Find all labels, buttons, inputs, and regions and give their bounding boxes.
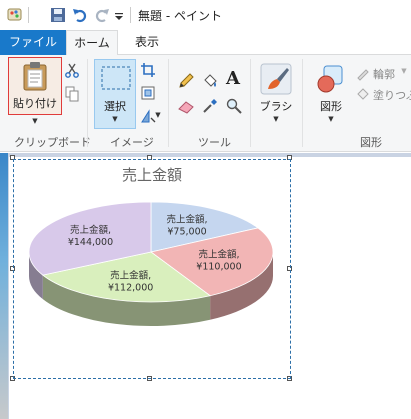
brush-label: ブラシ xyxy=(259,100,293,113)
pie-data-label-0: 売上金額, ¥75,000 xyxy=(167,213,208,237)
group-divider xyxy=(302,59,303,147)
shapes-dropdown-icon[interactable]: ▼ xyxy=(313,115,349,123)
group-divider xyxy=(250,59,251,147)
paste-label: 貼り付け xyxy=(13,97,57,110)
eraser-icon[interactable] xyxy=(178,98,194,114)
desktop-edge xyxy=(0,153,8,419)
select-button[interactable]: 選択 ▼ xyxy=(94,59,136,129)
outline-label[interactable]: 輪郭 xyxy=(373,66,395,82)
shapes-button[interactable]: 図形 ▼ xyxy=(313,59,349,129)
tools-group-label: ツール xyxy=(198,136,231,149)
copy-icon[interactable] xyxy=(64,86,80,102)
image-group-label: イメージ xyxy=(110,136,154,149)
pencil-icon[interactable] xyxy=(178,73,194,89)
tab-file[interactable]: ファイル xyxy=(0,30,66,55)
pie-data-label-2: 売上金額, ¥112,000 xyxy=(108,270,153,294)
cut-icon[interactable] xyxy=(64,62,80,78)
select-dropdown-icon[interactable]: ▼ xyxy=(95,115,135,123)
clipboard-group-label: クリップボード xyxy=(14,136,91,149)
save-icon[interactable] xyxy=(50,6,66,24)
text-tool-icon[interactable]: A xyxy=(226,68,240,89)
ribbon: 貼り付け ▼ クリップボード 選択 ▼ ▼ イメージ A ツール ブラシ ▼ 図… xyxy=(0,55,411,152)
select-label: 選択 xyxy=(104,100,126,113)
pie-data-label-1: 売上金額, ¥110,000 xyxy=(196,249,241,273)
fill-icon[interactable] xyxy=(355,86,371,102)
brush-icon xyxy=(260,63,292,95)
group-divider xyxy=(168,59,169,147)
color-picker-icon[interactable] xyxy=(202,98,218,114)
brush-button[interactable]: ブラシ ▼ xyxy=(256,59,296,129)
select-icon xyxy=(101,66,131,90)
tab-home[interactable]: ホーム xyxy=(66,30,118,56)
crop-icon[interactable] xyxy=(140,62,156,78)
fill-bucket-icon[interactable] xyxy=(202,73,218,89)
customize-qat-icon[interactable] xyxy=(114,6,124,24)
chart-title: 売上金額 xyxy=(121,166,182,184)
pie-chart: 売上金額, ¥75,000 売上金額, ¥110,000 売上金額, ¥112,000 売上… xyxy=(28,201,274,326)
magnifier-icon[interactable] xyxy=(226,98,242,114)
outline-dropdown-icon[interactable]: ▼ xyxy=(399,67,409,75)
fill-label[interactable]: 塗りつぶ xyxy=(373,87,411,103)
group-divider xyxy=(87,59,88,147)
shapes-label: 図形 xyxy=(320,100,342,113)
clipboard-icon xyxy=(23,62,47,91)
brush-dropdown-icon[interactable]: ▼ xyxy=(256,115,296,123)
paint-app-icon xyxy=(7,8,22,21)
title-bar: 無題 - ペイント xyxy=(0,0,411,30)
redo-icon[interactable] xyxy=(94,6,110,24)
paste-dropdown-icon[interactable]: ▼ xyxy=(8,117,62,125)
rotate-dropdown-icon[interactable]: ▼ xyxy=(154,111,162,119)
tab-view[interactable]: 表示 xyxy=(124,30,170,56)
shapes-group-label: 図形 xyxy=(360,136,382,149)
outline-icon[interactable] xyxy=(355,65,371,81)
paste-button[interactable]: 貼り付け xyxy=(8,57,62,115)
undo-icon[interactable] xyxy=(72,6,88,24)
pie-data-label-3: 売上金額, ¥144,000 xyxy=(68,224,113,248)
ribbon-tabs: ファイル ホーム 表示 xyxy=(0,30,411,56)
window-title: 無題 - ペイント xyxy=(138,9,222,23)
resize-icon[interactable] xyxy=(140,85,156,101)
shapes-icon xyxy=(317,65,343,93)
